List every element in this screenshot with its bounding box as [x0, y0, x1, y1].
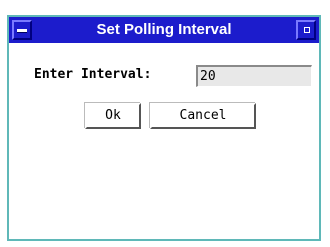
- ok-button[interactable]: Ok: [85, 103, 141, 129]
- window-title: Set Polling Interval: [96, 21, 232, 38]
- dialog-window: Set Polling Interval Enter Interval: Ok …: [7, 15, 321, 241]
- interval-input[interactable]: [196, 65, 312, 87]
- maximize-icon[interactable]: [296, 20, 316, 40]
- title-bar[interactable]: Set Polling Interval: [9, 17, 319, 43]
- cancel-button[interactable]: Cancel: [150, 103, 256, 129]
- window-menu-icon[interactable]: [12, 20, 32, 40]
- maximize-glyph: [304, 27, 310, 33]
- menu-bar-glyph: [17, 29, 27, 33]
- interval-label: Enter Interval:: [34, 67, 152, 82]
